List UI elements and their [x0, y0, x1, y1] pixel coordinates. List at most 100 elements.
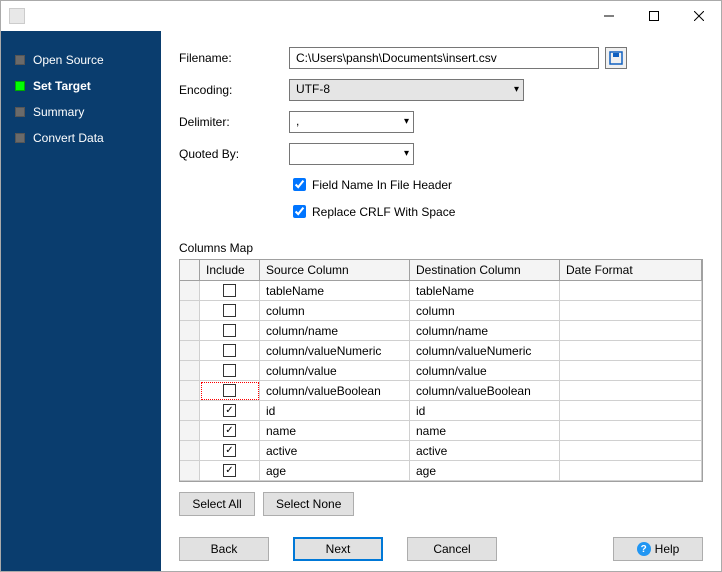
- filename-input[interactable]: [289, 47, 599, 69]
- table-row[interactable]: column/valuecolumn/value: [180, 361, 702, 381]
- delimiter-select[interactable]: ,▾: [289, 111, 414, 133]
- include-cell[interactable]: [200, 421, 260, 441]
- select-none-button[interactable]: Select None: [263, 492, 354, 516]
- format-cell[interactable]: [560, 321, 702, 341]
- format-cell[interactable]: [560, 341, 702, 361]
- table-row[interactable]: idid: [180, 401, 702, 421]
- source-cell[interactable]: column/value: [260, 361, 410, 381]
- help-button[interactable]: ?Help: [613, 537, 703, 561]
- destination-cell[interactable]: column/valueNumeric: [410, 341, 560, 361]
- include-checkbox[interactable]: [223, 324, 236, 337]
- row-selector[interactable]: [180, 441, 200, 461]
- include-cell[interactable]: [200, 361, 260, 381]
- include-cell[interactable]: [200, 281, 260, 301]
- format-cell[interactable]: [560, 301, 702, 321]
- col-header-format[interactable]: Date Format: [560, 260, 702, 281]
- step-open-source[interactable]: Open Source: [1, 47, 161, 73]
- quoted-by-select[interactable]: ▾: [289, 143, 414, 165]
- field-header-label: Field Name In File Header: [312, 178, 452, 192]
- select-all-button[interactable]: Select All: [179, 492, 255, 516]
- include-cell[interactable]: [200, 321, 260, 341]
- table-row[interactable]: columncolumn: [180, 301, 702, 321]
- row-selector[interactable]: [180, 321, 200, 341]
- table-row[interactable]: namename: [180, 421, 702, 441]
- destination-cell[interactable]: tableName: [410, 281, 560, 301]
- row-selector[interactable]: [180, 381, 200, 401]
- include-checkbox[interactable]: [223, 344, 236, 357]
- col-header-source[interactable]: Source Column: [260, 260, 410, 281]
- browse-file-button[interactable]: [605, 47, 627, 69]
- include-cell[interactable]: [200, 461, 260, 481]
- source-cell[interactable]: column: [260, 301, 410, 321]
- include-checkbox[interactable]: [223, 424, 236, 437]
- table-row[interactable]: activeactive: [180, 441, 702, 461]
- include-checkbox[interactable]: [223, 464, 236, 477]
- replace-crlf-checkbox[interactable]: [293, 205, 306, 218]
- format-cell[interactable]: [560, 281, 702, 301]
- step-summary[interactable]: Summary: [1, 99, 161, 125]
- chevron-down-icon: ▾: [404, 116, 409, 127]
- format-cell[interactable]: [560, 381, 702, 401]
- include-cell[interactable]: [200, 301, 260, 321]
- next-button[interactable]: Next: [293, 537, 383, 561]
- include-cell[interactable]: [200, 401, 260, 421]
- table-row[interactable]: column/valueBooleancolumn/valueBoolean: [180, 381, 702, 401]
- destination-cell[interactable]: active: [410, 441, 560, 461]
- cancel-button[interactable]: Cancel: [407, 537, 497, 561]
- format-cell[interactable]: [560, 361, 702, 381]
- minimize-button[interactable]: [586, 2, 631, 31]
- source-cell[interactable]: id: [260, 401, 410, 421]
- format-cell[interactable]: [560, 461, 702, 481]
- close-button[interactable]: [676, 2, 721, 31]
- include-cell[interactable]: [200, 381, 260, 401]
- destination-cell[interactable]: name: [410, 421, 560, 441]
- destination-cell[interactable]: age: [410, 461, 560, 481]
- include-checkbox[interactable]: [223, 364, 236, 377]
- table-row[interactable]: tableNametableName: [180, 281, 702, 301]
- include-checkbox[interactable]: [223, 304, 236, 317]
- step-convert-data[interactable]: Convert Data: [1, 125, 161, 151]
- destination-cell[interactable]: column: [410, 301, 560, 321]
- row-selector[interactable]: [180, 281, 200, 301]
- include-checkbox[interactable]: [223, 444, 236, 457]
- source-cell[interactable]: column/name: [260, 321, 410, 341]
- destination-cell[interactable]: id: [410, 401, 560, 421]
- chevron-down-icon: ▾: [514, 84, 519, 95]
- row-selector[interactable]: [180, 341, 200, 361]
- format-cell[interactable]: [560, 401, 702, 421]
- source-cell[interactable]: column/valueNumeric: [260, 341, 410, 361]
- back-button[interactable]: Back: [179, 537, 269, 561]
- include-cell[interactable]: [200, 341, 260, 361]
- col-header-destination[interactable]: Destination Column: [410, 260, 560, 281]
- row-selector[interactable]: [180, 421, 200, 441]
- row-selector[interactable]: [180, 361, 200, 381]
- table-row[interactable]: ageage: [180, 461, 702, 481]
- table-row[interactable]: column/namecolumn/name: [180, 321, 702, 341]
- include-checkbox[interactable]: [223, 404, 236, 417]
- source-cell[interactable]: name: [260, 421, 410, 441]
- row-selector[interactable]: [180, 461, 200, 481]
- format-cell[interactable]: [560, 421, 702, 441]
- row-selector[interactable]: [180, 301, 200, 321]
- step-set-target[interactable]: Set Target: [1, 73, 161, 99]
- field-header-checkbox[interactable]: [293, 178, 306, 191]
- col-header-include[interactable]: Include: [200, 260, 260, 281]
- format-cell[interactable]: [560, 441, 702, 461]
- include-checkbox[interactable]: [223, 384, 236, 397]
- destination-cell[interactable]: column/name: [410, 321, 560, 341]
- destination-cell[interactable]: column/value: [410, 361, 560, 381]
- source-cell[interactable]: age: [260, 461, 410, 481]
- include-cell[interactable]: [200, 441, 260, 461]
- destination-cell[interactable]: column/valueBoolean: [410, 381, 560, 401]
- grid-corner: [180, 260, 200, 281]
- row-selector[interactable]: [180, 401, 200, 421]
- grid-header: Include Source Column Destination Column…: [180, 260, 702, 281]
- source-cell[interactable]: active: [260, 441, 410, 461]
- table-row[interactable]: column/valueNumericcolumn/valueNumeric: [180, 341, 702, 361]
- maximize-button[interactable]: [631, 2, 676, 31]
- wizard-window: Open Source Set Target Summary Convert D…: [0, 0, 722, 572]
- include-checkbox[interactable]: [223, 284, 236, 297]
- source-cell[interactable]: column/valueBoolean: [260, 381, 410, 401]
- source-cell[interactable]: tableName: [260, 281, 410, 301]
- encoding-select[interactable]: UTF-8▾: [289, 79, 524, 101]
